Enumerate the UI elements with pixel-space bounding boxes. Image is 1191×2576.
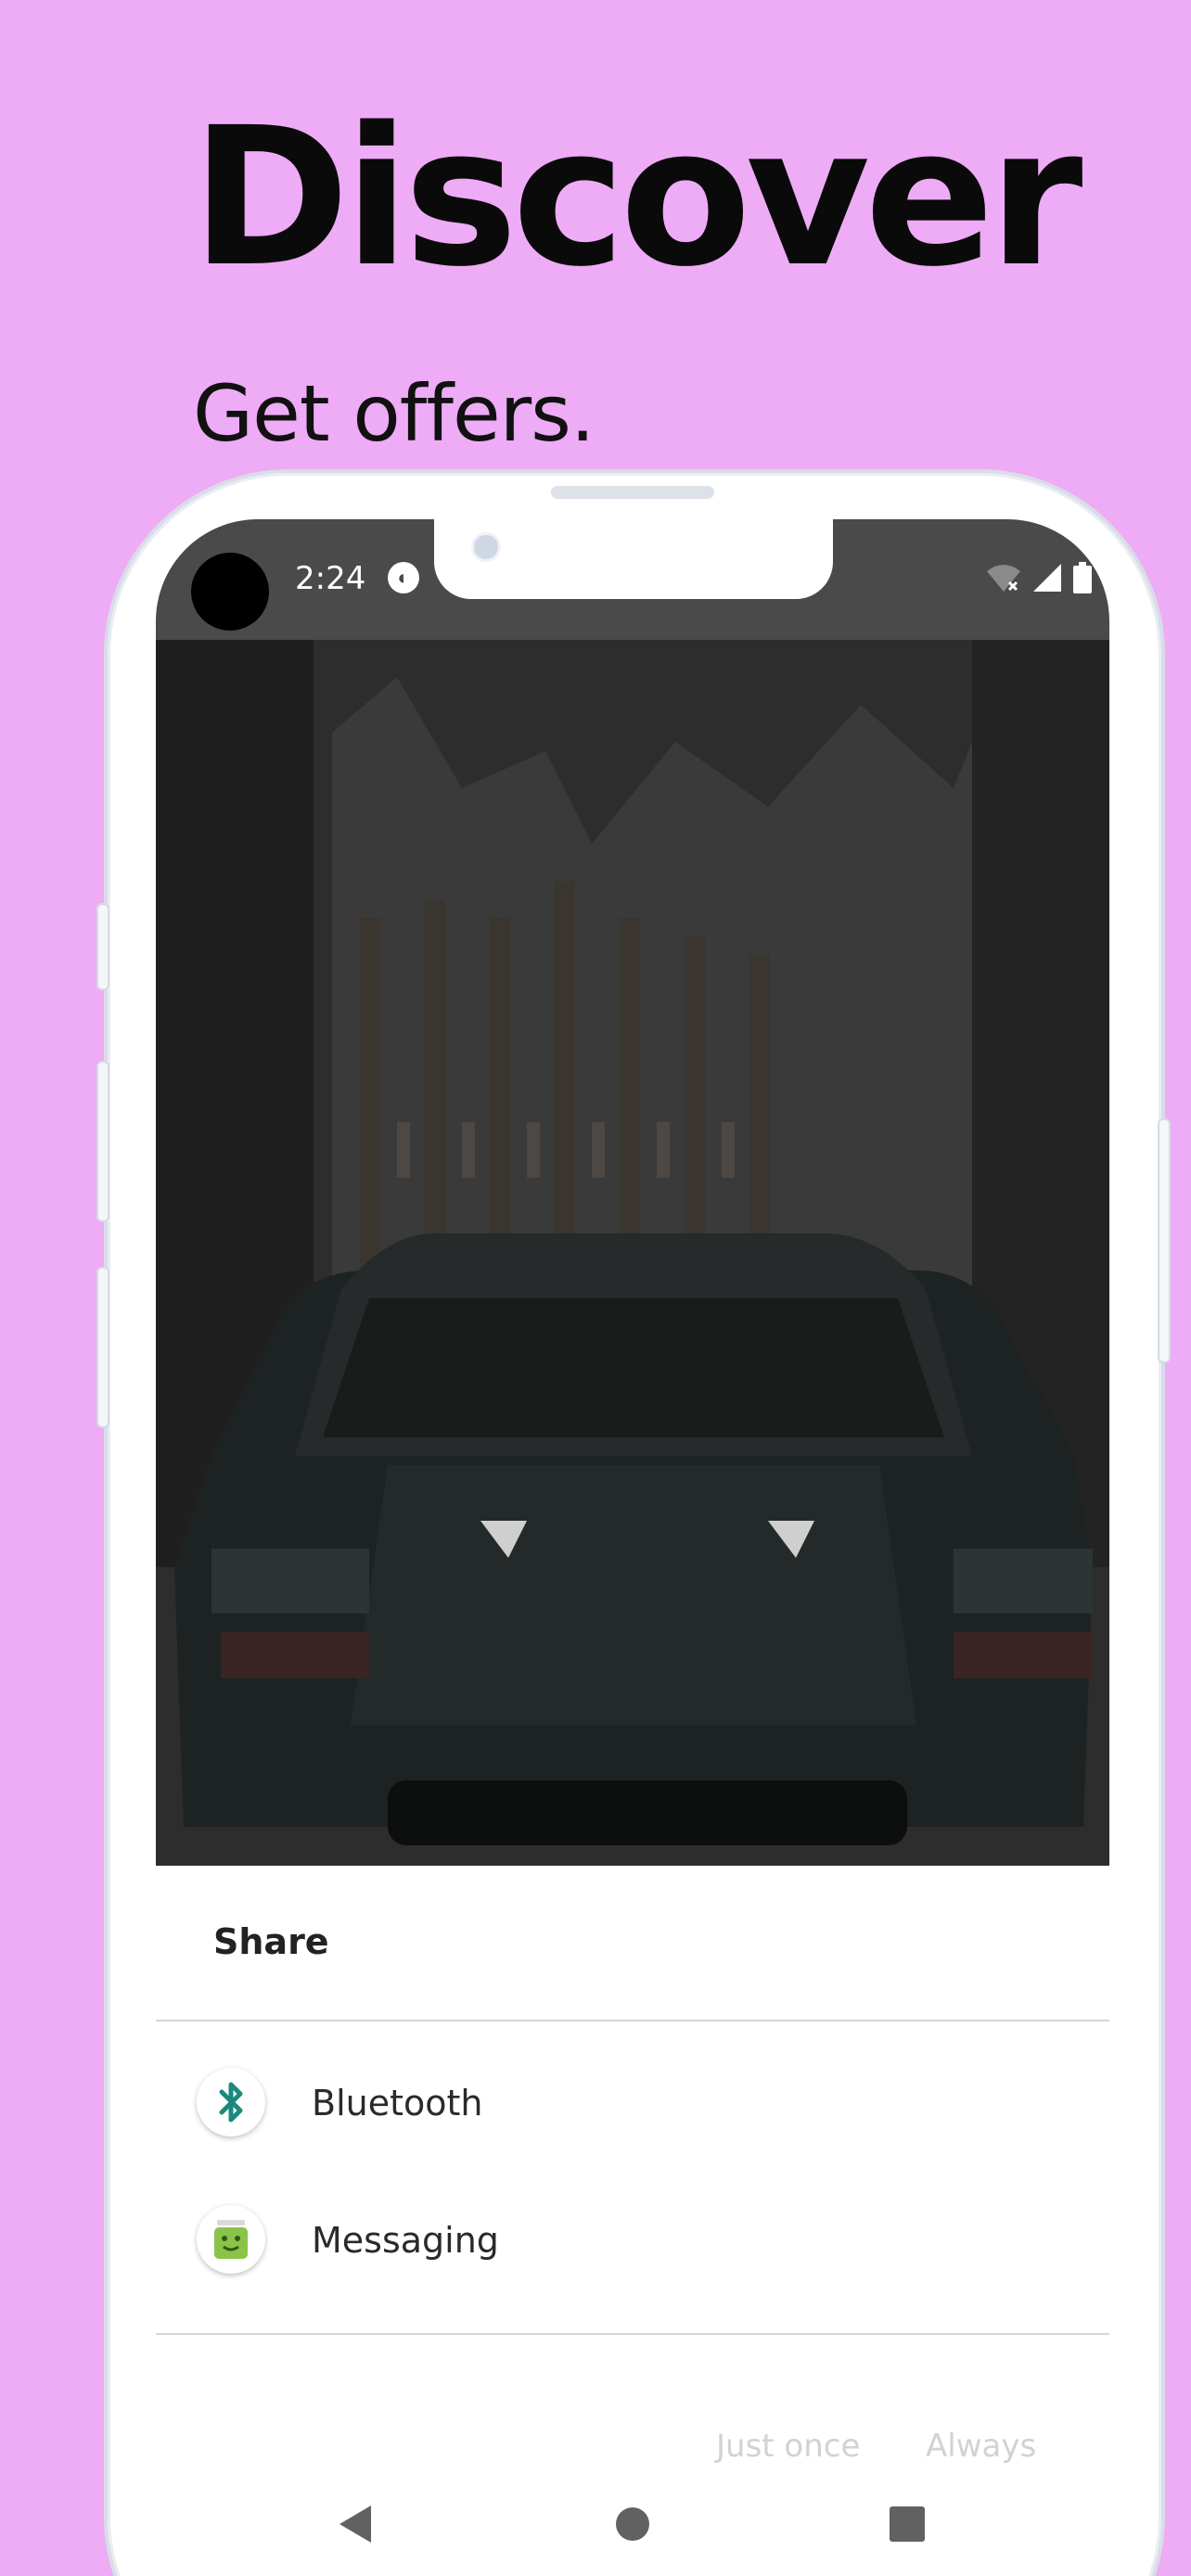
recents-icon[interactable]	[889, 2506, 926, 2543]
always-button[interactable]: Always	[926, 2428, 1036, 2465]
bluetooth-icon	[197, 2068, 265, 2136]
share-target-bluetooth[interactable]: Bluetooth	[156, 2042, 1109, 2162]
background-photo	[156, 640, 1109, 1866]
home-icon[interactable]	[614, 2506, 651, 2543]
cellular-signal-icon	[1033, 564, 1061, 592]
phone-side-button	[96, 1061, 109, 1222]
hero-subtitle: Get offers.	[193, 368, 596, 459]
navigation-bar	[156, 2504, 1109, 2576]
divider	[156, 2333, 1109, 2335]
wifi-icon	[987, 565, 1020, 592]
page: Discover Get offers. 2:24 ◐ Share Blueto…	[0, 0, 1191, 2576]
phone-speaker	[551, 486, 714, 499]
phone-screen: 2:24 ◐ Share Bluetooth Messaging Just on…	[156, 519, 1109, 2576]
divider	[156, 2020, 1109, 2021]
share-sheet: Share Bluetooth Messaging Just once Alwa…	[156, 1866, 1109, 2576]
share-target-label: Messaging	[312, 2220, 499, 2261]
share-target-messaging[interactable]: Messaging	[156, 2179, 1109, 2300]
app-notification-icon: ◐	[388, 562, 419, 593]
hero-title: Discover	[191, 86, 1082, 309]
just-once-button[interactable]: Just once	[716, 2428, 860, 2465]
phone-side-button	[1158, 1118, 1171, 1363]
share-sheet-title: Share	[213, 1921, 329, 1962]
status-icons	[985, 562, 1093, 593]
back-icon[interactable]	[336, 2504, 377, 2544]
phone-side-button	[96, 903, 109, 990]
front-camera	[471, 532, 501, 562]
camera-punch-hole	[191, 553, 269, 631]
battery-icon	[1073, 562, 1092, 593]
status-time: 2:24	[295, 560, 366, 597]
phone-side-button	[96, 1267, 109, 1428]
messaging-icon	[197, 2205, 265, 2274]
share-target-label: Bluetooth	[312, 2083, 483, 2123]
car-street-photo	[156, 640, 1109, 1866]
